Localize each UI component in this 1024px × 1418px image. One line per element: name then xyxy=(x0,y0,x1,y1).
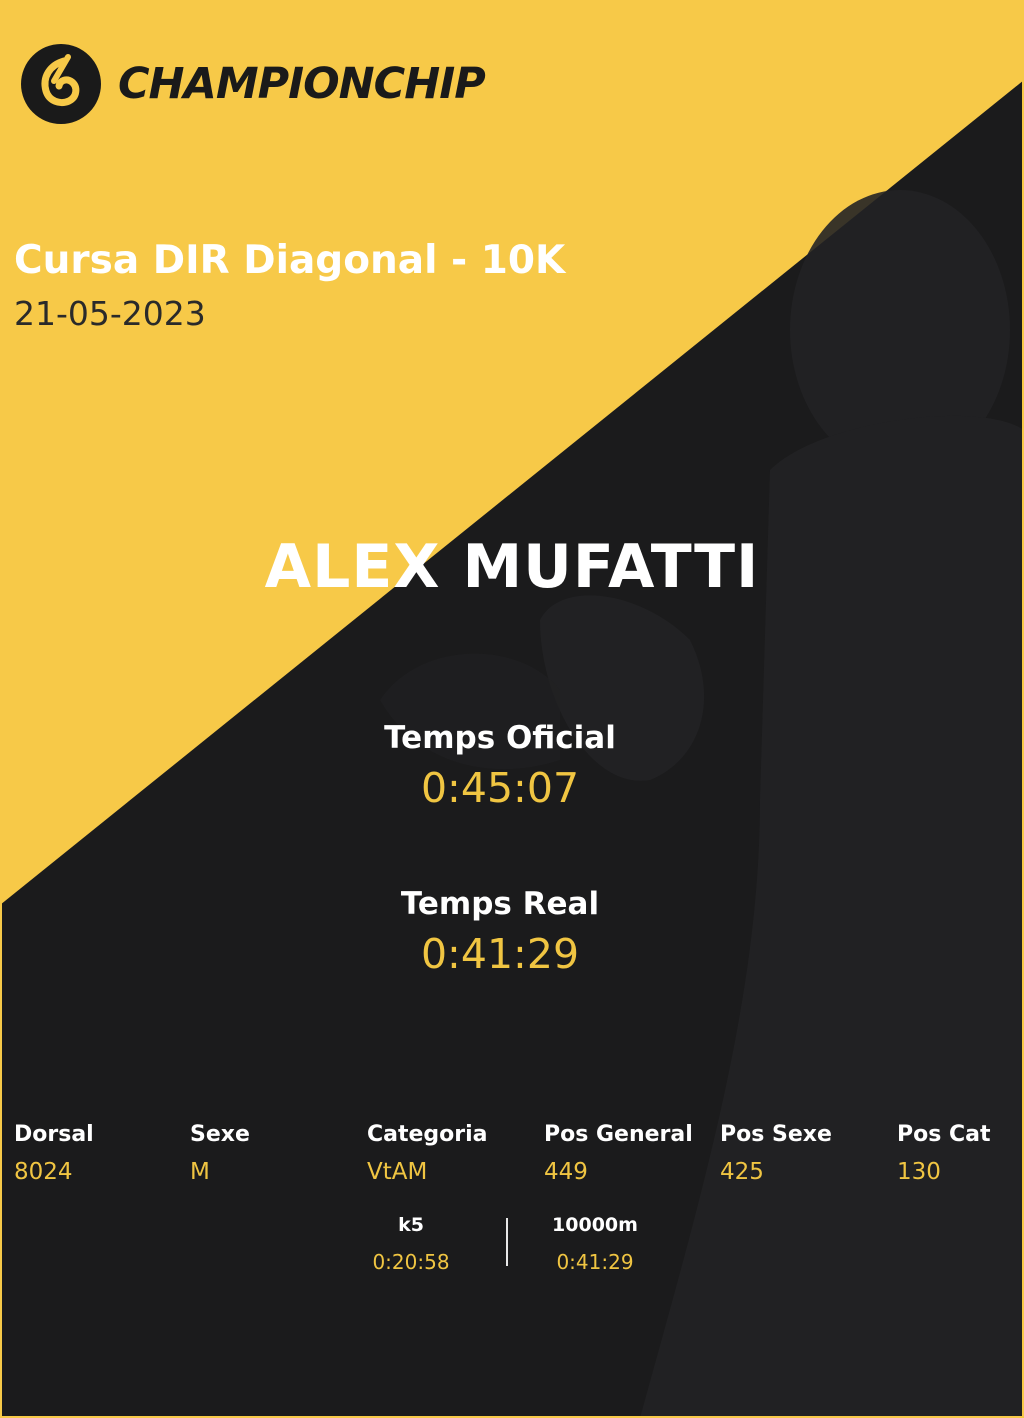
stat-value: 449 xyxy=(544,1159,588,1185)
stat-categoria: Categoria VtAM xyxy=(367,1122,488,1185)
official-time-value: 0:45:07 xyxy=(420,764,580,812)
split-value: 0:41:29 xyxy=(556,1250,634,1274)
stat-dorsal: Dorsal 8024 xyxy=(14,1122,94,1185)
official-time-block: Temps Oficial 0:45:07 xyxy=(0,720,1000,812)
stat-value: 8024 xyxy=(14,1159,73,1185)
split-divider xyxy=(506,1218,508,1266)
result-card: CHAMPIONCHIP Cursa DIR Diagonal - 10K 21… xyxy=(0,0,1024,1418)
official-time-label: Temps Oficial xyxy=(384,720,616,756)
event-date: 21-05-2023 xyxy=(14,294,206,333)
real-time-value: 0:41:29 xyxy=(420,930,580,978)
yellow-diagonal-background xyxy=(0,0,1024,905)
stat-label: Pos Cat xyxy=(897,1122,991,1147)
stat-label: Pos General xyxy=(544,1122,693,1147)
event-title: Cursa DIR Diagonal - 10K xyxy=(14,238,566,283)
stat-pos-cat: Pos Cat 130 xyxy=(897,1122,991,1185)
runner-name: ALEX MUFATTI xyxy=(264,532,760,602)
real-time-block: Temps Real 0:41:29 xyxy=(0,886,1000,978)
splits-row: k5 0:20:58 10000m 0:41:29 xyxy=(0,1214,1024,1284)
stat-label: Sexe xyxy=(190,1122,250,1147)
split-label: 10000m xyxy=(552,1214,638,1236)
split-10000m: 10000m 0:41:29 xyxy=(515,1214,675,1274)
split-k5: k5 0:20:58 xyxy=(331,1214,491,1274)
stat-value: VtAM xyxy=(367,1159,428,1185)
stat-pos-sexe: Pos Sexe 425 xyxy=(720,1122,832,1185)
stat-value: M xyxy=(190,1159,210,1185)
split-label: k5 xyxy=(398,1214,424,1236)
championchip-logo-icon xyxy=(21,44,101,124)
stat-value: 130 xyxy=(897,1159,941,1185)
real-time-label: Temps Real xyxy=(400,886,600,922)
split-value: 0:20:58 xyxy=(372,1250,450,1274)
championchip-logo: CHAMPIONCHIP xyxy=(20,43,486,125)
brand-name: CHAMPIONCHIP xyxy=(118,59,486,109)
stat-sexe: Sexe M xyxy=(190,1122,250,1185)
stat-label: Pos Sexe xyxy=(720,1122,832,1147)
stat-label: Categoria xyxy=(367,1122,488,1147)
stat-value: 425 xyxy=(720,1159,764,1185)
stat-label: Dorsal xyxy=(14,1122,94,1147)
stat-pos-general: Pos General 449 xyxy=(544,1122,693,1185)
